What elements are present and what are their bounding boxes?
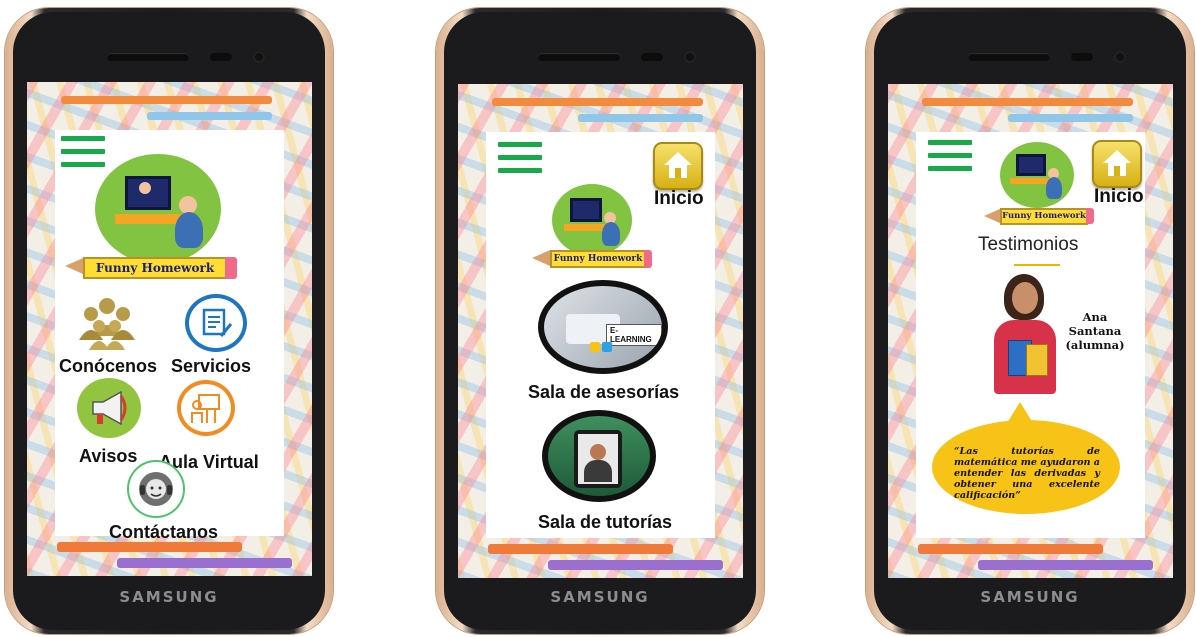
hamburger-menu-icon[interactable] [928,140,972,174]
hamburger-menu-icon[interactable] [61,136,105,170]
group-icon [79,298,135,350]
decor-pencil [978,560,1153,570]
sala-asesorias-label: Sala de asesorías [528,382,680,402]
proximity-sensor [641,53,663,61]
funny-homework-logo [95,154,221,264]
tutoring-image [548,416,650,496]
elearning-image: E-LEARNING [544,286,662,368]
student-name-text: Ana Santana [1068,310,1122,338]
decor-pencil [1008,114,1133,122]
app-screen: Funny Homework Inicio Testimonios Ana Sa… [888,84,1173,578]
avisos-label: Avisos [79,446,138,466]
proximity-sensor [210,53,232,61]
headset-support-icon [139,472,173,506]
testimonial-quote-bubble: “Las tutorías de matemática me ayudaron … [932,420,1120,514]
pencil-eraser-icon [1086,208,1094,224]
aula-virtual-button[interactable] [177,380,235,436]
pencil-tip-icon [532,250,550,266]
teacher-board-icon [191,394,220,423]
pencil-eraser-icon [225,257,237,279]
phone-frame-2: Inicio Funny Homework E-LEARNING Sala de… [436,8,764,634]
phone-body: Inicio Funny Homework E-LEARNING Sala de… [444,12,756,630]
app-screen: Inicio Funny Homework E-LEARNING Sala de… [458,84,743,578]
testimonios-header: Testimonios [970,226,1098,268]
elearning-badge: E-LEARNING [606,324,662,346]
phone-frame-1: Funny Homework Conócenos Servicios Aviso… [5,8,333,634]
title-underline [1014,264,1060,266]
app-screen: Funny Homework Conócenos Servicios Aviso… [27,82,312,576]
proximity-sensor [1071,53,1093,61]
phone-body: Funny Homework Inicio Testimonios Ana Sa… [874,12,1186,630]
funny-homework-logo [552,184,632,256]
pencil-tip-icon [65,258,83,274]
document-pen-icon [202,308,233,337]
decor-pencil [578,114,703,122]
megaphone-icon [92,390,127,426]
brand-logo: SAMSUNG [550,588,650,606]
phone-body: Funny Homework Conócenos Servicios Aviso… [13,12,325,630]
contactanos-label: Contáctanos [109,522,219,542]
home-label: Inicio [654,188,704,209]
servicios-label: Servicios [171,356,252,376]
logo-banner: Funny Homework [1000,208,1088,225]
sala-asesorias-button[interactable]: E-LEARNING [538,280,668,374]
home-label: Inicio [1094,186,1144,207]
logo-banner: Funny Homework [83,257,227,279]
earpiece-speaker [968,53,1050,61]
testimonios-title: Testimonios [978,234,1079,255]
logo-banner: Funny Homework [550,250,646,268]
avisos-button[interactable] [77,378,141,438]
sala-tutorias-label: Sala de tutorías [538,512,673,532]
home-button[interactable] [653,142,703,190]
decor-pencil [922,98,1133,106]
decor-pencil [918,544,1103,554]
decor-pencil [147,112,272,120]
student-role-text: (alumna) [1065,338,1125,352]
conocenos-button[interactable] [77,296,137,350]
conocenos-label: Conócenos [59,356,158,376]
funny-homework-logo [1000,142,1074,208]
front-camera [1114,51,1126,63]
front-camera [253,51,265,63]
home-icon [1103,150,1131,176]
brand-logo: SAMSUNG [980,588,1080,606]
pencil-eraser-icon [644,250,652,268]
hamburger-menu-icon[interactable] [498,142,542,176]
student-photo [986,274,1064,394]
decor-pencil [492,98,703,106]
front-camera [684,51,696,63]
decor-pencil [57,542,242,552]
decor-pencil [61,96,272,104]
sala-tutorias-button[interactable] [542,410,656,502]
home-button[interactable] [1092,140,1142,188]
decor-pencil [548,560,723,570]
decor-pencil [117,558,292,568]
earpiece-speaker [538,53,620,61]
earpiece-speaker [107,53,189,61]
home-icon [664,152,692,178]
contactanos-button[interactable] [127,460,185,518]
brand-logo: SAMSUNG [119,588,219,606]
student-name: Ana Santana (alumna) [1058,310,1132,352]
servicios-button[interactable] [185,294,247,352]
decor-pencil [488,544,673,554]
phone-frame-3: Funny Homework Inicio Testimonios Ana Sa… [866,8,1194,634]
